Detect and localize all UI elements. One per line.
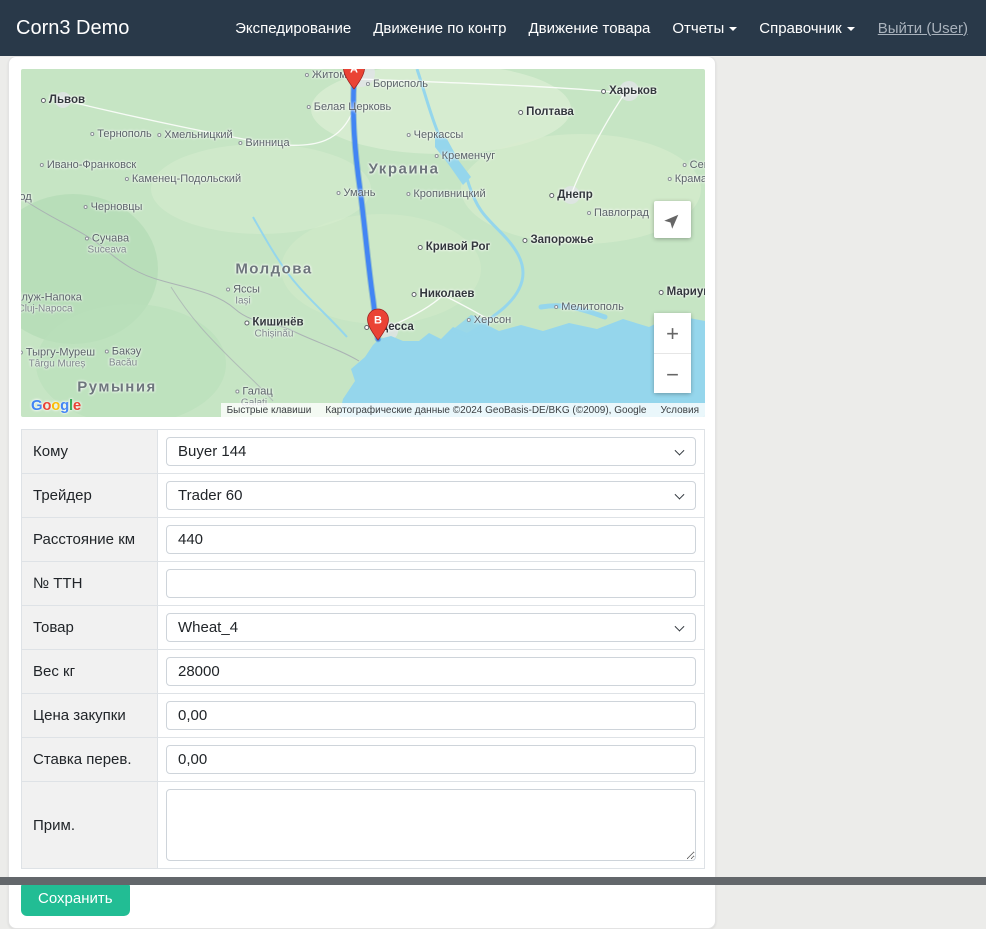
- field-cell-note: [158, 782, 705, 869]
- field-cell-distance: [158, 518, 705, 562]
- zoom-out-button[interactable]: −: [654, 353, 691, 393]
- nav-links: ЭкспедированиеДвижение по контрДвижение …: [224, 12, 866, 45]
- chevron-down-icon: [729, 27, 737, 31]
- google-logo[interactable]: Google: [31, 397, 81, 414]
- field-cell-product: Wheat_4: [158, 606, 705, 650]
- my-location-button[interactable]: [654, 201, 691, 238]
- form-row-ttn: № ТТН: [22, 562, 705, 606]
- nav-item-contract-moves[interactable]: Движение по контр: [362, 12, 517, 45]
- form-row-freight-rate: Ставка перев.: [22, 738, 705, 782]
- field-cell-freight-rate: [158, 738, 705, 782]
- field-cell-purchase-price: [158, 694, 705, 738]
- field-label-trader: Трейдер: [22, 474, 158, 518]
- distance-input[interactable]: [166, 525, 696, 554]
- form-row-purchase-price: Цена закупки: [22, 694, 705, 738]
- map-marker-b-icon[interactable]: B: [366, 308, 390, 341]
- trader-select[interactable]: Trader 60: [166, 481, 696, 510]
- map-canvas[interactable]: ЖитомирБориспольБелая ЦерковьХарьковПолт…: [21, 69, 705, 417]
- logout-link[interactable]: Выйти (User): [866, 12, 970, 45]
- main-card: ЖитомирБориспольБелая ЦерковьХарьковПолт…: [8, 56, 716, 929]
- field-cell-komu: Buyer 144: [158, 430, 705, 474]
- form-row-product: Товар Wheat_4: [22, 606, 705, 650]
- form-table: Кому Buyer 144 Трейдер Trader 60 Расстояние …: [21, 429, 705, 869]
- map-terrain: [21, 69, 705, 417]
- svg-text:A: A: [350, 69, 358, 76]
- product-select[interactable]: Wheat_4: [166, 613, 696, 642]
- field-cell-weight: [158, 650, 705, 694]
- zoom-in-button[interactable]: +: [654, 313, 691, 353]
- map-attribution: Быстрые клавиши Картографические данные …: [221, 403, 705, 417]
- note-textarea[interactable]: [166, 789, 696, 861]
- field-label-product: Товар: [22, 606, 158, 650]
- field-cell-trader: Trader 60: [158, 474, 705, 518]
- svg-text:B: B: [374, 315, 382, 327]
- save-button[interactable]: Сохранить: [21, 881, 130, 916]
- form-row-trader: Трейдер Trader 60: [22, 474, 705, 518]
- nav-item-reference[interactable]: Справочник: [748, 12, 866, 45]
- purchase-price-input[interactable]: [166, 701, 696, 730]
- field-label-ttn: № ТТН: [22, 562, 158, 606]
- komu-select[interactable]: Buyer 144: [166, 437, 696, 466]
- navigation-arrow-icon: [664, 211, 682, 229]
- field-label-komu: Кому: [22, 430, 158, 474]
- terms-link[interactable]: Условия: [660, 405, 699, 416]
- map-data-text: Картографические данные ©2024 GeoBasis-D…: [325, 405, 646, 416]
- nav-item-expedition[interactable]: Экспедирование: [224, 12, 362, 45]
- form-row-komu: Кому Buyer 144: [22, 430, 705, 474]
- field-label-distance: Расстояние км: [22, 518, 158, 562]
- nav-item-goods-moves[interactable]: Движение товара: [517, 12, 661, 45]
- field-label-purchase-price: Цена закупки: [22, 694, 158, 738]
- weight-input[interactable]: [166, 657, 696, 686]
- field-cell-ttn: [158, 562, 705, 606]
- window-bottom-edge: [0, 877, 986, 885]
- field-label-freight-rate: Ставка перев.: [22, 738, 158, 782]
- navbar: Corn3 Demo ЭкспедированиеДвижение по кон…: [0, 0, 986, 56]
- zoom-control: + −: [654, 313, 691, 393]
- ttn-input[interactable]: [166, 569, 696, 598]
- freight-rate-input[interactable]: [166, 745, 696, 774]
- form-row-weight: Вес кг: [22, 650, 705, 694]
- map-marker-a-icon[interactable]: A: [342, 69, 366, 90]
- brand-link[interactable]: Corn3 Demo: [16, 17, 129, 40]
- form-row-distance: Расстояние км: [22, 518, 705, 562]
- form-row-note: Прим.: [22, 782, 705, 869]
- chevron-down-icon: [847, 27, 855, 31]
- field-label-note: Прим.: [22, 782, 158, 869]
- keyboard-shortcuts-link[interactable]: Быстрые клавиши: [227, 405, 312, 416]
- nav-item-reports[interactable]: Отчеты: [661, 12, 748, 45]
- field-label-weight: Вес кг: [22, 650, 158, 694]
